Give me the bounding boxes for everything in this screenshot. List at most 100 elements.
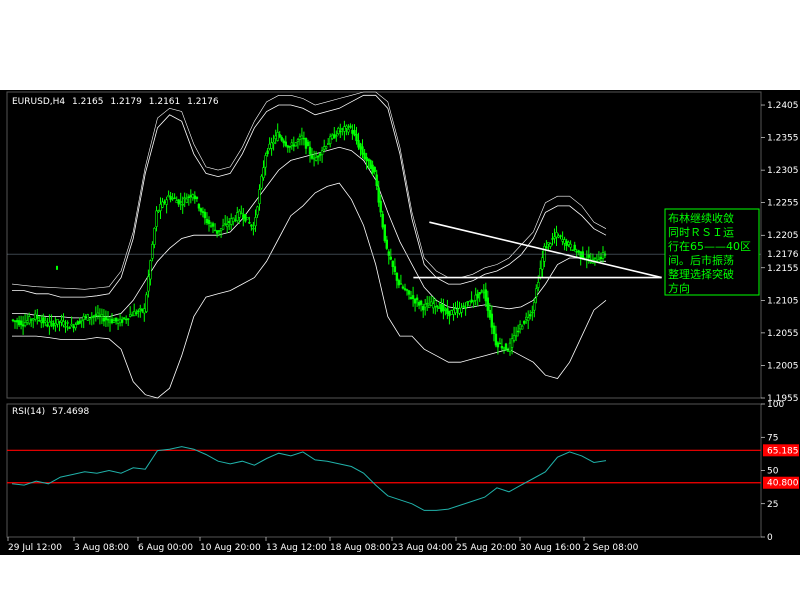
candle-body bbox=[454, 308, 457, 314]
candle-body bbox=[575, 251, 578, 253]
candle-body bbox=[209, 225, 213, 227]
candle-body bbox=[456, 308, 459, 311]
candle-body bbox=[367, 158, 370, 162]
candle-body bbox=[306, 141, 310, 147]
candle-body bbox=[508, 342, 512, 352]
candle-body bbox=[341, 128, 344, 130]
candle-body bbox=[567, 242, 570, 245]
candle-body bbox=[147, 276, 150, 292]
candle-body bbox=[337, 128, 340, 135]
candle-body bbox=[48, 321, 51, 327]
rsi-y-tick-label: 100 bbox=[767, 400, 784, 410]
x-tick-label: 23 Aug 04:00 bbox=[392, 543, 453, 553]
candle-body bbox=[70, 323, 73, 326]
candle-body bbox=[151, 244, 154, 259]
candle-body bbox=[531, 311, 534, 314]
candle-body bbox=[292, 144, 295, 147]
candle-body bbox=[98, 315, 102, 317]
price-y-tick-label: 1.2255 bbox=[767, 199, 799, 209]
candle-body bbox=[21, 324, 25, 327]
x-tick-label: 3 Aug 08:00 bbox=[74, 543, 129, 553]
candle-body bbox=[264, 155, 267, 168]
candle-body bbox=[13, 320, 17, 322]
price-y-tick-label: 1.2105 bbox=[767, 296, 799, 306]
candle-body bbox=[54, 323, 57, 326]
candle-body bbox=[460, 307, 463, 313]
candle-body bbox=[284, 141, 287, 146]
candle-body bbox=[549, 243, 552, 247]
candle-body bbox=[496, 342, 500, 348]
candle-body bbox=[242, 214, 245, 219]
candle-body bbox=[559, 235, 562, 237]
candle-body bbox=[137, 310, 140, 313]
candle-body bbox=[197, 204, 201, 209]
candle-body bbox=[82, 316, 85, 320]
annotation-box: 布林继续收敛 同时ＲＳＩ运 行在65——40区 间。后市振荡 整理选择突破 方向 bbox=[664, 208, 760, 296]
candle-body bbox=[330, 134, 334, 140]
candle-body bbox=[50, 320, 53, 323]
candle-body bbox=[444, 309, 447, 311]
price-y-tick-label: 1.2205 bbox=[767, 231, 799, 241]
candle-body bbox=[339, 130, 342, 133]
x-tick-label: 13 Aug 12:00 bbox=[266, 543, 327, 553]
candle-body bbox=[125, 318, 128, 321]
candle-body bbox=[520, 325, 524, 330]
candle-body bbox=[171, 197, 174, 200]
candle-body bbox=[296, 139, 300, 142]
candle-body bbox=[326, 143, 330, 145]
candle-body bbox=[434, 300, 437, 307]
candle-body bbox=[52, 322, 55, 327]
candle-body bbox=[187, 196, 190, 198]
x-tick-label: 30 Aug 16:00 bbox=[520, 543, 581, 553]
candle-body bbox=[56, 318, 59, 325]
candle-body bbox=[573, 244, 576, 251]
candle-body bbox=[139, 307, 142, 310]
candle-body bbox=[308, 146, 312, 155]
candle-body bbox=[432, 303, 435, 309]
candle-body bbox=[300, 135, 304, 139]
candle-body bbox=[282, 140, 285, 144]
candle-body bbox=[11, 319, 15, 321]
candle-body bbox=[118, 318, 122, 324]
candle-body bbox=[211, 223, 215, 227]
chart: EURUSD,H4 1.2165 1.2179 1.2161 1.2176 RS… bbox=[0, 0, 800, 600]
annotation-line-4: 间。后市振荡 bbox=[668, 253, 734, 267]
candle-body bbox=[248, 222, 251, 224]
candle-body bbox=[175, 200, 178, 204]
candle-body bbox=[72, 326, 75, 329]
candle-body bbox=[345, 125, 348, 129]
candle-body bbox=[274, 135, 277, 140]
candle-body bbox=[318, 153, 322, 156]
candle-body bbox=[298, 136, 302, 140]
candle-body bbox=[490, 313, 493, 328]
candle-body bbox=[131, 314, 134, 317]
candle-body bbox=[260, 175, 263, 189]
candle-body bbox=[23, 322, 27, 326]
candle-body bbox=[518, 324, 522, 330]
candle-body bbox=[27, 316, 31, 324]
annotation-line-6: 方向 bbox=[668, 281, 690, 295]
candle-body bbox=[539, 268, 542, 278]
candle-body bbox=[547, 242, 550, 245]
candle-body bbox=[476, 293, 479, 299]
candle-body bbox=[80, 319, 83, 322]
candle-body bbox=[76, 321, 79, 325]
candle-body bbox=[563, 239, 566, 244]
candle-body bbox=[448, 310, 451, 317]
candle-body bbox=[314, 157, 318, 161]
rsi-y-tick-label: 75 bbox=[767, 433, 778, 443]
candle-body bbox=[86, 314, 90, 321]
current-price-label: 1.2176 bbox=[767, 250, 799, 260]
candle-body bbox=[129, 314, 132, 317]
candle-body bbox=[569, 243, 572, 248]
candle-body bbox=[545, 246, 548, 249]
candle-body bbox=[401, 286, 405, 289]
candle-body bbox=[58, 321, 61, 323]
candle-body bbox=[579, 251, 582, 258]
candle-body bbox=[506, 350, 510, 352]
candle-body bbox=[371, 164, 374, 174]
candle-body bbox=[474, 294, 477, 301]
candle-body bbox=[92, 315, 96, 318]
candle-body bbox=[177, 199, 180, 205]
candle-body bbox=[179, 201, 182, 203]
